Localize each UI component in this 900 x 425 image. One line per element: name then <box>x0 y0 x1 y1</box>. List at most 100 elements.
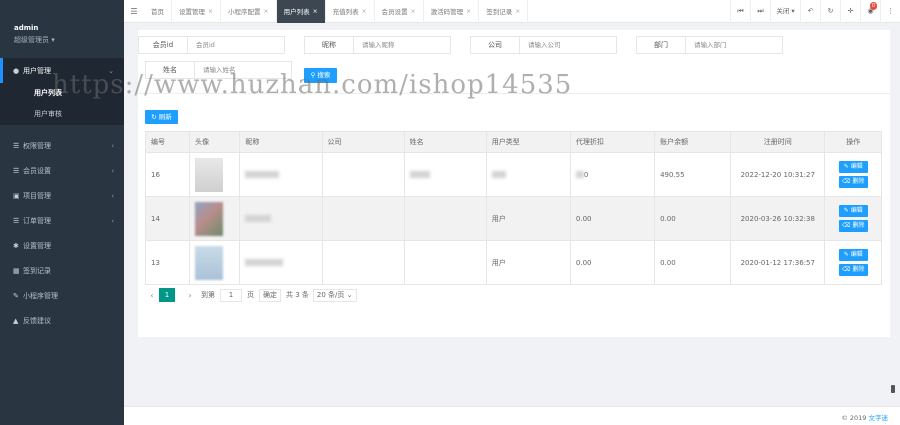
cell-company <box>321 152 405 197</box>
tab-recharge-list[interactable]: 充值列表 ⨯ <box>326 0 375 23</box>
more-options-icon[interactable]: ⋮ <box>880 0 900 23</box>
refresh-icon[interactable]: ↻ <box>820 0 840 23</box>
member-id-label: 会员id <box>138 36 188 54</box>
sidebar-item-feedback[interactable]: ▲ 反馈建议 <box>0 308 124 333</box>
prev-page-icon[interactable]: ‹ <box>145 291 159 300</box>
table-row: 13 用户 0.00 0.00 2020-01-12 17:36:57 ✎ 编辑… <box>144 240 882 285</box>
tab-label: 小程序配置 <box>228 8 261 16</box>
back-icon[interactable]: ↶ <box>800 0 820 23</box>
col-header-avatar[interactable]: 头像 <box>189 131 241 153</box>
close-tabs-label: 关闭 <box>776 7 790 15</box>
sidebar-item-member-settings[interactable]: ☰ 会员设置 ‹ <box>0 158 124 183</box>
page-size-select[interactable]: 20 条/页 ⌄ <box>312 288 357 302</box>
scroll-right-icon[interactable]: ⏭ <box>750 0 770 23</box>
col-header-name[interactable]: 姓名 <box>403 131 487 153</box>
company-input[interactable]: 请输入公司 <box>520 36 617 54</box>
delete-button[interactable]: ⌫ 删除 <box>838 176 868 188</box>
close-tabs-dropdown[interactable]: 关闭 ▾ <box>770 0 800 23</box>
tab-bar: ☰ 首页 设置管理 ⨯ 小程序配置 ⨯ 用户列表 ⨯ 充值列表 ⨯ 会员设置 ⨯ 激活码管… <box>124 0 900 23</box>
col-header-nickname[interactable]: 昵称 <box>239 131 323 153</box>
tab-miniprogram-config[interactable]: 小程序配置 ⨯ <box>221 0 277 23</box>
scroll-indicator[interactable] <box>891 385 895 393</box>
admin-username[interactable]: admin <box>14 24 124 32</box>
name-input[interactable]: 请输入姓名 <box>195 61 292 79</box>
tab-label: 签到记录 <box>486 8 513 16</box>
company-label: 公司 <box>470 36 520 54</box>
edit-button[interactable]: ✎ 编辑 <box>838 161 868 173</box>
tab-home[interactable]: 首页 <box>144 0 172 23</box>
department-input[interactable]: 请输入部门 <box>686 36 783 54</box>
search-button[interactable]: ⚲ 搜索 <box>304 68 337 83</box>
chevron-left-icon: ‹ <box>111 141 114 150</box>
footer-brand-link[interactable]: 文字迷 <box>869 414 889 422</box>
col-header-id[interactable]: 编号 <box>144 131 191 153</box>
cell-nickname <box>239 196 323 241</box>
tab-activation-codes[interactable]: 激活码管理 ⨯ <box>424 0 480 23</box>
list-icon: ☰ <box>13 166 20 175</box>
cell-register-time: 2020-01-12 17:36:57 <box>730 240 826 285</box>
sidebar-subitem-user-review[interactable]: 用户审核 <box>0 103 124 125</box>
sidebar-subitem-user-list[interactable]: 用户列表 <box>0 83 124 103</box>
footer: © 2019 文字迷 <box>124 406 900 425</box>
scroll-left-icon[interactable]: ⏮ <box>730 0 750 23</box>
sidebar-profile: admin 超级管理员 ▾ <box>0 0 124 58</box>
tab-member-settings[interactable]: 会员设置 ⨯ <box>375 0 424 23</box>
pencil-icon: ✎ <box>843 163 849 170</box>
cell-name <box>403 240 487 285</box>
refresh-button[interactable]: ↻ 刷新 <box>145 110 178 124</box>
table-row: 16 0 490.55 2022-12-20 10:31:27 ✎ 编辑 ⌫ 删… <box>144 152 882 197</box>
hamburger-menu-icon[interactable]: ☰ <box>124 7 144 16</box>
filter-department: 部门 请输入部门 <box>636 36 783 54</box>
page-jump-input[interactable]: 1 <box>220 288 242 302</box>
sidebar-item-settings[interactable]: ✱ 设置管理 <box>0 233 124 258</box>
col-header-register-time[interactable]: 注册时间 <box>730 131 826 153</box>
page-jump-confirm-button[interactable]: 确定 <box>259 288 281 302</box>
sidebar-item-miniprogram[interactable]: ✎ 小程序管理 <box>0 283 124 308</box>
tab-checkin-records[interactable]: 签到记录 ⨯ <box>479 0 529 23</box>
sidebar-item-orders[interactable]: ☰ 订单管理 ‹ <box>0 208 124 233</box>
cell-actions: ✎ 编辑 ⌫ 删除 <box>824 240 882 285</box>
sidebar-item-checkin[interactable]: ▦ 签到记录 <box>0 258 124 283</box>
cell-nickname <box>239 152 323 197</box>
member-id-input[interactable]: 会员id <box>188 36 285 54</box>
avatar <box>195 201 224 236</box>
edit-button[interactable]: ✎ 编辑 <box>838 205 868 217</box>
close-icon[interactable]: ⨯ <box>264 8 269 15</box>
avatar <box>195 157 224 192</box>
admin-role[interactable]: 超级管理员 ▾ <box>14 35 124 45</box>
close-icon[interactable]: ⨯ <box>362 8 367 15</box>
col-header-company[interactable]: 公司 <box>321 131 405 153</box>
tab-settings[interactable]: 设置管理 ⨯ <box>172 0 222 23</box>
sidebar-item-projects[interactable]: ▣ 项目管理 ‹ <box>0 183 124 208</box>
col-header-balance[interactable]: 账户余额 <box>654 131 732 153</box>
edit-button[interactable]: ✎ 编辑 <box>838 249 868 261</box>
next-page-icon[interactable]: › <box>183 291 197 300</box>
trash-icon: ⌫ <box>842 266 851 273</box>
tab-label: 设置管理 <box>179 8 205 16</box>
nickname-input[interactable]: 请输入昵称 <box>354 36 451 54</box>
tab-label: 会员设置 <box>381 8 408 16</box>
edit-icon: ✎ <box>13 291 19 300</box>
close-icon[interactable]: ⨯ <box>208 8 213 15</box>
cell-discount: 0.00 <box>569 196 656 241</box>
close-icon[interactable]: ⨯ <box>515 8 520 15</box>
delete-button[interactable]: ⌫ 删除 <box>838 220 868 232</box>
delete-button[interactable]: ⌫ 删除 <box>838 264 868 276</box>
fullscreen-icon[interactable]: ✛ <box>840 0 860 23</box>
close-icon[interactable]: ⨯ <box>466 8 471 15</box>
sidebar-item-user-management[interactable]: ● 用户管理 ⌄ <box>0 58 124 83</box>
notification-bell-icon[interactable]: ◉ 0 <box>860 0 880 23</box>
search-icon: ⚲ <box>310 71 316 79</box>
notification-badge: 0 <box>869 2 877 10</box>
cell-register-time: 2022-12-20 10:31:27 <box>730 152 826 197</box>
page-number-current[interactable]: 1 <box>159 288 175 302</box>
col-header-discount[interactable]: 代理折扣 <box>569 131 656 153</box>
filter-member-id: 会员id 会员id <box>138 36 285 54</box>
col-header-user-type[interactable]: 用户类型 <box>485 131 571 153</box>
divider <box>138 93 890 94</box>
sidebar-item-permission[interactable]: ☰ 权限管理 ‹ <box>0 133 124 158</box>
filter-nickname: 昵称 请输入昵称 <box>304 36 451 54</box>
close-icon[interactable]: ⨯ <box>313 8 318 15</box>
tab-user-list[interactable]: 用户列表 ⨯ <box>276 0 326 23</box>
close-icon[interactable]: ⨯ <box>411 8 416 15</box>
